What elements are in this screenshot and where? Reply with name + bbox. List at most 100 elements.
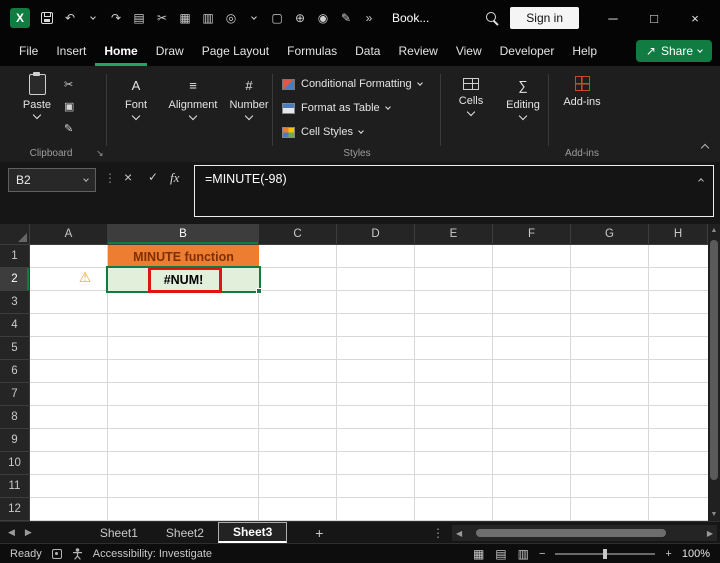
more-commands-icon[interactable]: » <box>363 11 375 25</box>
scroll-up-icon[interactable]: ▲ <box>708 227 720 234</box>
page-layout-view-icon[interactable]: ▤ <box>495 547 506 561</box>
draw-icon[interactable]: ✎ <box>340 11 352 25</box>
column-header-d[interactable]: D <box>337 224 415 245</box>
zoom-level[interactable]: 100% <box>682 548 710 560</box>
column-header-b[interactable]: B <box>108 224 259 245</box>
row-header-1[interactable]: 1 <box>0 245 30 268</box>
conditional-formatting-button[interactable]: Conditional Formatting <box>282 78 423 90</box>
close-button[interactable]: × <box>680 11 710 26</box>
row-header-10[interactable]: 10 <box>0 452 30 475</box>
redo-icon[interactable]: ↷ <box>110 11 122 25</box>
cells-area[interactable]: MINUTE function #NUM! ⚠ <box>30 245 708 521</box>
row-header-6[interactable]: 6 <box>0 360 30 383</box>
cut-button[interactable]: ✂ <box>64 78 74 91</box>
sheet-tab-sheet1[interactable]: Sheet1 <box>86 522 152 543</box>
column-header-g[interactable]: G <box>571 224 649 245</box>
row-header-12[interactable]: 12 <box>0 498 30 521</box>
sign-in-button[interactable]: Sign in <box>510 7 579 29</box>
row-header-5[interactable]: 5 <box>0 337 30 360</box>
tab-developer[interactable]: Developer <box>491 36 564 66</box>
sheet-scroll-right-icon[interactable]: ▶ <box>25 527 32 538</box>
horizontal-scrollbar[interactable]: ◀ ▶ <box>452 525 717 541</box>
vertical-scrollbar[interactable]: ▲ ▼ <box>708 224 720 521</box>
touch-mode-dropdown-icon[interactable] <box>248 13 260 20</box>
collapse-formula-bar-icon[interactable] <box>698 178 704 184</box>
camera-icon[interactable]: ◉ <box>317 11 329 25</box>
scroll-down-icon[interactable]: ▼ <box>708 511 720 518</box>
cell-b1[interactable]: MINUTE function <box>108 245 259 268</box>
print-icon[interactable]: ▥ <box>202 11 214 25</box>
row-header-2[interactable]: 2 <box>0 268 30 291</box>
excel-logo-icon[interactable]: X <box>10 8 30 28</box>
cell-styles-button[interactable]: Cell Styles <box>282 126 364 138</box>
undo-icon[interactable]: ↶ <box>64 11 76 25</box>
tab-formulas[interactable]: Formulas <box>278 36 346 66</box>
cells-group-button[interactable]: Cells <box>448 78 494 117</box>
sheet-tab-sheet2[interactable]: Sheet2 <box>152 522 218 543</box>
zoom-in-icon[interactable]: + <box>665 548 671 560</box>
save-icon[interactable] <box>41 12 53 24</box>
picture-icon[interactable]: ▦ <box>179 11 191 25</box>
tab-help[interactable]: Help <box>563 36 606 66</box>
paste-button[interactable]: Paste <box>16 72 58 146</box>
collapse-ribbon-icon[interactable] <box>700 138 710 156</box>
column-header-h[interactable]: H <box>649 224 708 245</box>
vertical-scrollbar-thumb[interactable] <box>710 240 718 480</box>
spreadsheet-grid[interactable]: A B C D E F G H 1 2 3 4 5 6 7 8 9 10 11 … <box>0 224 708 521</box>
row-header-11[interactable]: 11 <box>0 475 30 498</box>
horizontal-scrollbar-thumb[interactable] <box>476 529 667 537</box>
horizontal-scrollbar-track[interactable] <box>466 525 703 541</box>
formula-bar-grip-icon[interactable]: ⋮ <box>104 171 116 185</box>
sheet-tab-sheet3[interactable]: Sheet3 <box>217 522 288 543</box>
page-break-view-icon[interactable]: ▥ <box>518 547 529 561</box>
cut-icon[interactable]: ✂ <box>156 11 168 25</box>
add-sheet-button[interactable]: + <box>315 525 323 541</box>
error-warning-icon[interactable]: ⚠ <box>76 268 94 286</box>
undo-dropdown-icon[interactable] <box>87 13 99 20</box>
normal-view-icon[interactable]: ▦ <box>473 547 484 561</box>
new-file-icon[interactable]: ▢ <box>271 11 283 25</box>
alignment-group-button[interactable]: ≡ Alignment <box>164 78 222 121</box>
column-header-a[interactable]: A <box>30 224 108 245</box>
zoom-slider-thumb[interactable] <box>603 548 608 559</box>
search-icon[interactable] <box>486 11 499 25</box>
macro-record-icon[interactable] <box>51 548 62 559</box>
format-painter-button[interactable]: ✎ <box>64 122 74 135</box>
formula-input[interactable]: =MINUTE(-98) <box>194 165 714 217</box>
column-header-c[interactable]: C <box>259 224 337 245</box>
scroll-left-icon[interactable]: ◀ <box>452 529 466 538</box>
minimize-button[interactable]: ─ <box>598 11 628 26</box>
row-header-9[interactable]: 9 <box>0 429 30 452</box>
zoom-out-icon[interactable]: − <box>539 548 545 560</box>
attach-icon[interactable]: ⊕ <box>294 11 306 25</box>
column-header-f[interactable]: F <box>493 224 571 245</box>
format-as-table-button[interactable]: Format as Table <box>282 102 391 114</box>
tab-home[interactable]: Home <box>95 36 146 66</box>
scroll-right-icon[interactable]: ▶ <box>703 529 717 538</box>
tab-view[interactable]: View <box>447 36 491 66</box>
clipboard-dialog-launcher-icon[interactable]: ↘ <box>96 148 104 159</box>
share-button[interactable]: ↗ Share <box>635 40 712 62</box>
sheet-scroll-left-icon[interactable]: ◀ <box>8 527 15 538</box>
maximize-button[interactable]: □ <box>639 11 669 26</box>
row-header-3[interactable]: 3 <box>0 291 30 314</box>
touch-mode-icon[interactable]: ◎ <box>225 11 237 25</box>
enter-icon[interactable]: ✓ <box>148 170 158 184</box>
accessibility-status[interactable]: Accessibility: Investigate <box>93 548 212 560</box>
tab-page-layout[interactable]: Page Layout <box>193 36 278 66</box>
accessibility-icon[interactable] <box>72 547 83 560</box>
editing-group-button[interactable]: ∑ Editing <box>500 78 546 121</box>
tab-draw[interactable]: Draw <box>147 36 193 66</box>
select-all-corner[interactable] <box>0 224 30 245</box>
tab-file[interactable]: File <box>10 36 47 66</box>
cancel-icon[interactable]: × <box>124 169 132 185</box>
zoom-slider[interactable] <box>555 548 656 559</box>
copy-button[interactable]: ▣ <box>64 100 74 113</box>
number-group-button[interactable]: # Number <box>226 78 272 121</box>
tab-review[interactable]: Review <box>389 36 446 66</box>
sheet-options-icon[interactable]: ⋮ <box>432 526 444 540</box>
copy-icon[interactable]: ▤ <box>133 11 145 25</box>
insert-function-icon[interactable]: fx <box>170 170 179 186</box>
tab-insert[interactable]: Insert <box>47 36 95 66</box>
name-box[interactable]: B2 <box>8 168 96 192</box>
